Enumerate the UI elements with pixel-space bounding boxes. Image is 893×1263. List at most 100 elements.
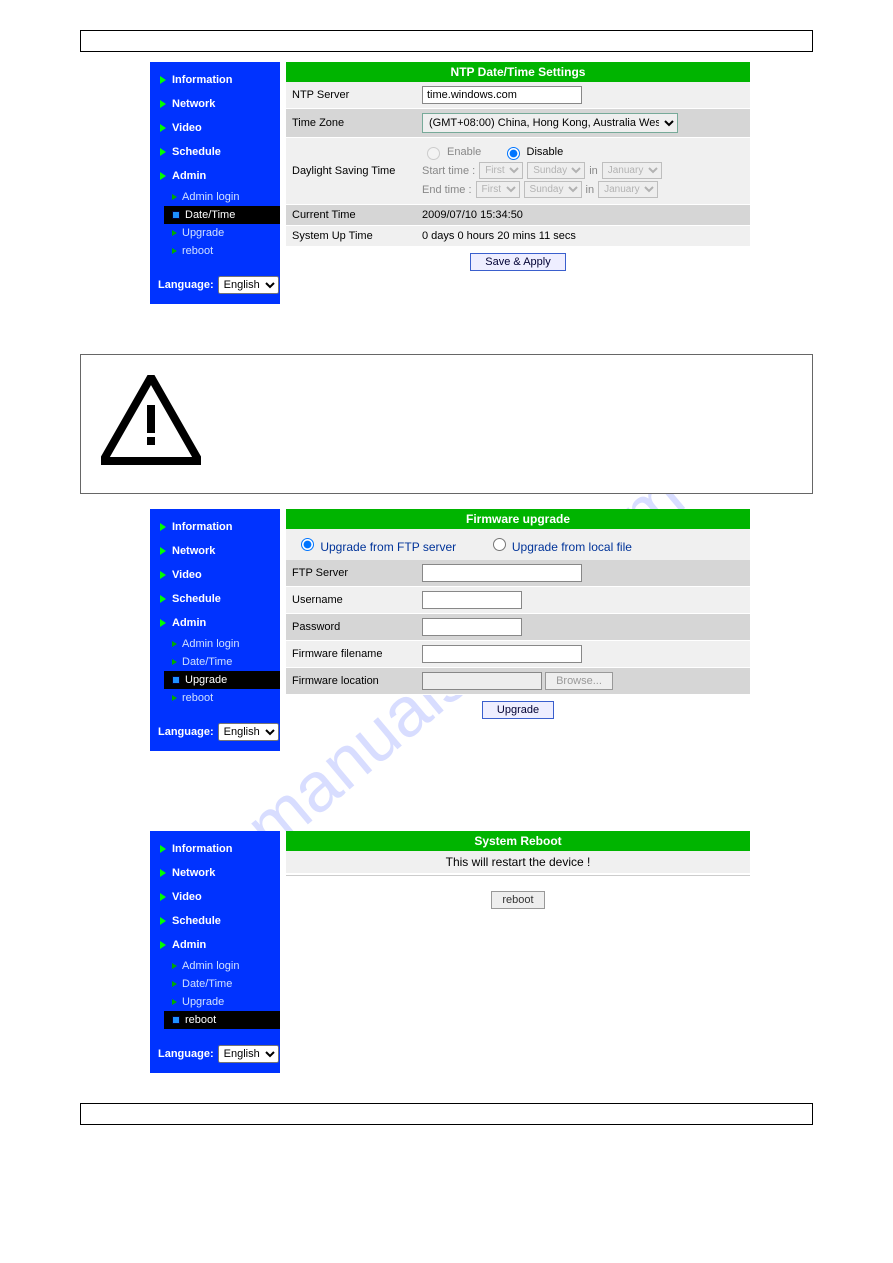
- upgrade-button[interactable]: Upgrade: [482, 701, 554, 719]
- upgrade-local-radio[interactable]: [493, 538, 506, 551]
- current-time-value: 2009/07/10 15:34:50: [416, 205, 750, 226]
- sidebar-sub-admin-login[interactable]: Admin login: [150, 635, 280, 653]
- sidebar-item-network[interactable]: Network: [150, 539, 280, 563]
- language-label: Language:: [158, 279, 214, 291]
- arrow-icon: [160, 547, 166, 555]
- label: Admin login: [182, 638, 239, 650]
- sidebar-item-information[interactable]: Information: [150, 515, 280, 539]
- arrow-icon: [172, 641, 177, 647]
- password-label: Password: [286, 614, 416, 641]
- end-month-select[interactable]: January: [598, 181, 658, 198]
- sidebar-item-video[interactable]: Video: [150, 563, 280, 587]
- arrow-icon: [172, 963, 177, 969]
- sidebar-item-video[interactable]: Video: [150, 885, 280, 909]
- sidebar-sub-upgrade[interactable]: Upgrade: [164, 671, 280, 689]
- label: Admin login: [182, 960, 239, 972]
- language-select[interactable]: English: [218, 276, 279, 294]
- disable-label: Disable: [527, 146, 564, 158]
- end-day-select[interactable]: Sunday: [524, 181, 582, 198]
- section-title: Firmware upgrade: [286, 509, 750, 529]
- end-time-label: End time :: [422, 184, 472, 196]
- content-datetime: NTP Date/Time Settings NTP Server Time Z…: [286, 62, 750, 304]
- sidebar-sub-upgrade[interactable]: Upgrade: [150, 224, 280, 242]
- label: Video: [172, 569, 202, 581]
- arrow-icon: [172, 194, 177, 200]
- language-select[interactable]: English: [218, 1045, 279, 1063]
- sidebar-item-information[interactable]: Information: [150, 68, 280, 92]
- sidebar-sub-reboot[interactable]: reboot: [150, 242, 280, 260]
- arrow-icon: [172, 981, 177, 987]
- reboot-button[interactable]: reboot: [491, 891, 544, 909]
- start-day-select[interactable]: Sunday: [527, 162, 585, 179]
- label: Admin: [172, 939, 206, 951]
- arrow-icon: [172, 230, 177, 236]
- sidebar-item-network[interactable]: Network: [150, 92, 280, 116]
- uptime-value: 0 days 0 hours 20 mins 11 secs: [416, 226, 750, 247]
- sidebar-sub-reboot[interactable]: reboot: [150, 689, 280, 707]
- sidebar-sub-date-time[interactable]: Date/Time: [164, 206, 280, 224]
- label: Network: [172, 867, 215, 879]
- arrow-icon: [160, 869, 166, 877]
- start-month-select[interactable]: January: [602, 162, 662, 179]
- uptime-label: System Up Time: [286, 226, 416, 247]
- password-input[interactable]: [422, 618, 522, 636]
- label: Upgrade: [182, 996, 224, 1008]
- arrow-icon: [160, 619, 166, 627]
- sidebar-item-information[interactable]: Information: [150, 837, 280, 861]
- sidebar-item-network[interactable]: Network: [150, 861, 280, 885]
- label: Video: [172, 891, 202, 903]
- upgrade-ftp-radio[interactable]: [301, 538, 314, 551]
- dst-disable-radio[interactable]: [507, 147, 520, 160]
- sidebar-item-schedule[interactable]: Schedule: [150, 587, 280, 611]
- sidebar: Information Network Video Schedule Admin…: [150, 831, 280, 1073]
- arrow-icon: [172, 248, 177, 254]
- label: Schedule: [172, 593, 221, 605]
- sidebar-item-admin[interactable]: Admin: [150, 164, 280, 188]
- upgrade-ftp-option[interactable]: Upgrade from FTP server: [296, 540, 456, 554]
- arrow-icon: [160, 893, 166, 901]
- username-input[interactable]: [422, 591, 522, 609]
- sidebar-sub-admin-login[interactable]: Admin login: [150, 188, 280, 206]
- end-ord-select[interactable]: First: [476, 181, 520, 198]
- sidebar-sub-reboot[interactable]: reboot: [164, 1011, 280, 1029]
- label: Information: [172, 521, 233, 533]
- sidebar-sub-admin-login[interactable]: Admin login: [150, 957, 280, 975]
- start-ord-select[interactable]: First: [479, 162, 523, 179]
- sidebar-item-admin[interactable]: Admin: [150, 933, 280, 957]
- timezone-label: Time Zone: [286, 109, 416, 138]
- language-label: Language:: [158, 1048, 214, 1060]
- sidebar-item-admin[interactable]: Admin: [150, 611, 280, 635]
- firmware-filename-label: Firmware filename: [286, 641, 416, 668]
- label: Admin: [172, 170, 206, 182]
- active-icon: [172, 211, 180, 219]
- label: Upgrade from local file: [512, 540, 632, 554]
- in-text: in: [589, 165, 598, 177]
- browse-button[interactable]: Browse...: [545, 672, 613, 690]
- arrow-icon: [160, 595, 166, 603]
- timezone-select[interactable]: (GMT+08:00) China, Hong Kong, Australia …: [422, 113, 678, 133]
- save-apply-button[interactable]: Save & Apply: [470, 253, 565, 271]
- sidebar-sub-date-time[interactable]: Date/Time: [150, 653, 280, 671]
- label: Information: [172, 843, 233, 855]
- enable-label: Enable: [447, 146, 481, 158]
- label: Admin: [172, 617, 206, 629]
- sidebar-item-schedule[interactable]: Schedule: [150, 909, 280, 933]
- dst-label: Daylight Saving Time: [286, 138, 416, 205]
- sidebar-sub-upgrade[interactable]: Upgrade: [150, 993, 280, 1011]
- sidebar-item-video[interactable]: Video: [150, 116, 280, 140]
- language-row: Language: English: [150, 270, 280, 296]
- sidebar-item-schedule[interactable]: Schedule: [150, 140, 280, 164]
- label: Upgrade from FTP server: [320, 540, 456, 554]
- label: Schedule: [172, 146, 221, 158]
- dst-enable-radio[interactable]: [427, 147, 440, 160]
- label: Date/Time: [182, 656, 232, 668]
- ntp-server-input[interactable]: [422, 86, 582, 104]
- bottom-border-box: [80, 1103, 813, 1125]
- firmware-filename-input[interactable]: [422, 645, 582, 663]
- ftp-server-input[interactable]: [422, 564, 582, 582]
- upgrade-local-option[interactable]: Upgrade from local file: [488, 540, 632, 554]
- language-select[interactable]: English: [218, 723, 279, 741]
- firmware-location-label: Firmware location: [286, 668, 416, 695]
- sidebar-sub-date-time[interactable]: Date/Time: [150, 975, 280, 993]
- label: Network: [172, 98, 215, 110]
